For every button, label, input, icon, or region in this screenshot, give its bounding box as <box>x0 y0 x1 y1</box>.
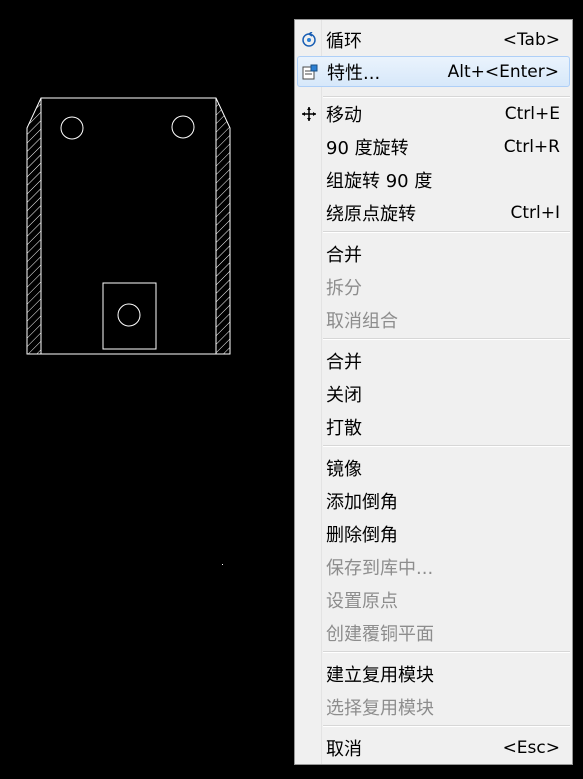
pad-hole[interactable] <box>117 303 141 327</box>
menu-item-move[interactable]: 移动 Ctrl+E <box>297 98 570 129</box>
menu-item-label: 循环 <box>326 30 362 52</box>
menu-separator <box>323 651 570 653</box>
menu-item-split[interactable]: 拆分 <box>297 271 570 302</box>
menu-item-cycle[interactable]: 循环 <Tab> <box>297 24 570 55</box>
menu-item-shortcut: Alt+<Enter> <box>447 61 559 82</box>
menu-item-close[interactable]: 关闭 <box>297 378 570 409</box>
menu-item-cancel[interactable]: 取消 <Esc> <box>297 732 570 763</box>
menu-separator <box>323 338 570 340</box>
menu-item-combine[interactable]: 合并 <box>297 238 570 269</box>
menu-item-label: 移动 <box>326 104 362 126</box>
menu-item-label: 选择复用模块 <box>326 697 434 719</box>
menu-item-label: 设置原点 <box>326 590 398 612</box>
menu-item-properties[interactable]: 特性... Alt+<Enter> <box>297 56 570 87</box>
menu-item-select-reuse-block[interactable]: 选择复用模块 <box>297 691 570 722</box>
menu-separator <box>323 445 570 447</box>
menu-item-shortcut: Ctrl+E <box>504 103 560 124</box>
menu-item-remove-chamfer[interactable]: 删除倒角 <box>297 518 570 549</box>
menu-item-shortcut: <Tab> <box>502 29 560 50</box>
cycle-icon <box>299 30 319 50</box>
menu-item-label: 添加倒角 <box>326 491 398 513</box>
menu-item-save-to-library[interactable]: 保存到库中... <box>297 551 570 582</box>
menu-item-shortcut: Ctrl+R <box>503 136 560 157</box>
canvas-dot <box>222 564 223 565</box>
menu-separator <box>323 725 570 727</box>
menu-item-label: 特性... <box>327 62 381 84</box>
menu-separator <box>323 231 570 233</box>
menu-item-label: 删除倒角 <box>326 524 398 546</box>
menu-item-group-rotate-90[interactable]: 组旋转 90 度 <box>297 164 570 195</box>
menu-item-shortcut: Ctrl+I <box>510 202 560 223</box>
menu-item-mirror[interactable]: 镜像 <box>297 452 570 483</box>
mounting-hole-right[interactable] <box>171 115 195 139</box>
hatch-area-right <box>216 98 230 354</box>
design-canvas[interactable]: 循环 <Tab> 特性... Alt+<Enter> 移动 Ctrl+E 90 … <box>0 0 583 779</box>
menu-item-rotate-around-origin[interactable]: 绕原点旋转 Ctrl+I <box>297 197 570 228</box>
menu-item-explode[interactable]: 打散 <box>297 411 570 442</box>
menu-item-ungroup[interactable]: 取消组合 <box>297 304 570 335</box>
menu-item-label: 取消 <box>326 738 362 760</box>
menu-item-shortcut: <Esc> <box>502 737 560 758</box>
menu-item-label: 建立复用模块 <box>326 664 434 686</box>
mounting-hole-left[interactable] <box>60 116 84 140</box>
menu-item-label: 绕原点旋转 <box>326 203 416 225</box>
menu-item-label: 镜像 <box>326 458 362 480</box>
pad-rectangle[interactable] <box>102 282 157 350</box>
menu-item-label: 打散 <box>326 417 362 439</box>
menu-item-create-copper-pour[interactable]: 创建覆铜平面 <box>297 617 570 648</box>
menu-item-label: 合并 <box>326 351 362 373</box>
menu-item-label: 合并 <box>326 244 362 266</box>
menu-item-rotate-90[interactable]: 90 度旋转 Ctrl+R <box>297 131 570 162</box>
board-outline[interactable] <box>26 97 231 355</box>
menu-item-label: 保存到库中... <box>326 557 434 579</box>
menu-item-label: 创建覆铜平面 <box>326 623 434 645</box>
menu-item-build-reuse-block[interactable]: 建立复用模块 <box>297 658 570 689</box>
menu-item-label: 关闭 <box>326 384 362 406</box>
menu-item-set-origin[interactable]: 设置原点 <box>297 584 570 615</box>
menu-item-merge[interactable]: 合并 <box>297 345 570 376</box>
menu-item-label: 组旋转 90 度 <box>326 170 433 192</box>
move-icon <box>299 104 319 124</box>
menu-item-label: 拆分 <box>326 277 362 299</box>
properties-icon <box>300 62 320 82</box>
menu-item-add-chamfer[interactable]: 添加倒角 <box>297 485 570 516</box>
menu-item-label: 90 度旋转 <box>326 137 409 159</box>
hatch-area-left <box>27 98 41 354</box>
context-menu: 循环 <Tab> 特性... Alt+<Enter> 移动 Ctrl+E 90 … <box>294 19 573 765</box>
menu-item-label: 取消组合 <box>326 310 398 332</box>
